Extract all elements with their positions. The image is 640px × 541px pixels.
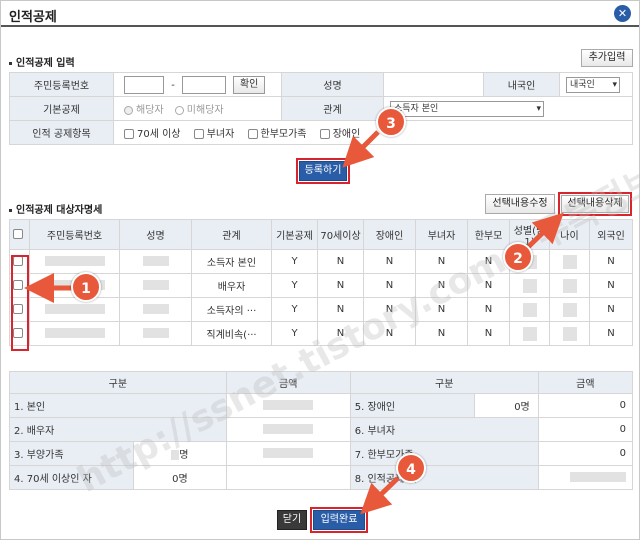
arrow-3 (342, 130, 380, 168)
callout-2: 2 (503, 242, 533, 272)
dialog-window: 인적공제 ✕ 인적공제 입력 추가입력 주민등록번호 - 확인 성명 내국인 내… (0, 0, 640, 540)
callout-1: 1 (71, 272, 101, 302)
callout-4: 4 (396, 453, 426, 483)
annotation-arrows (23, 130, 564, 515)
arrow-4 (360, 476, 400, 515)
callout-3: 3 (376, 107, 406, 137)
